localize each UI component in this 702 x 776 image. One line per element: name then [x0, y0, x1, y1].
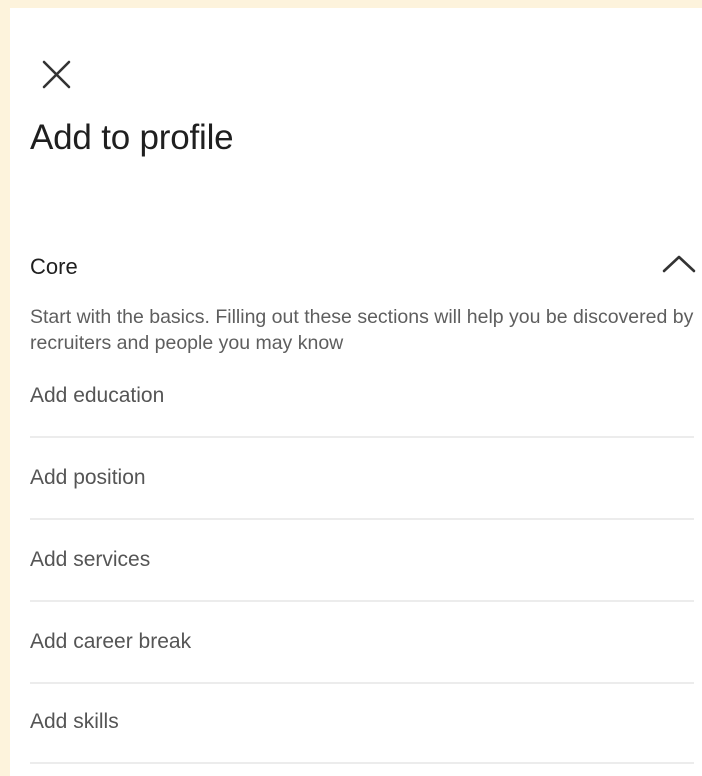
item-divider [30, 600, 694, 602]
item-label: Add position [30, 466, 146, 489]
item-label: Add education [30, 384, 165, 407]
add-education-item[interactable]: Add education [30, 366, 694, 448]
item-divider [30, 682, 694, 684]
item-divider [30, 518, 694, 520]
item-label: Add career break [30, 630, 192, 653]
close-icon [41, 59, 77, 95]
close-button[interactable] [41, 59, 77, 95]
item-divider [30, 762, 694, 764]
core-section-toggle[interactable]: Core [30, 244, 696, 284]
item-label: Add services [30, 548, 151, 571]
add-position-item[interactable]: Add position [30, 448, 694, 530]
page-title: Add to profile [30, 118, 234, 157]
add-services-item[interactable]: Add services [30, 530, 694, 612]
item-label: Add skills [30, 710, 119, 733]
add-career-break-item[interactable]: Add career break [30, 612, 694, 694]
section-description: Start with the basics. Filling out these… [30, 306, 694, 354]
item-divider [30, 436, 694, 438]
chevron-up-icon [662, 252, 696, 274]
add-skills-item[interactable]: Add skills [30, 694, 694, 776]
add-to-profile-panel: Add to profile Core Start with the basic… [10, 8, 702, 776]
section-title: Core [30, 254, 78, 279]
